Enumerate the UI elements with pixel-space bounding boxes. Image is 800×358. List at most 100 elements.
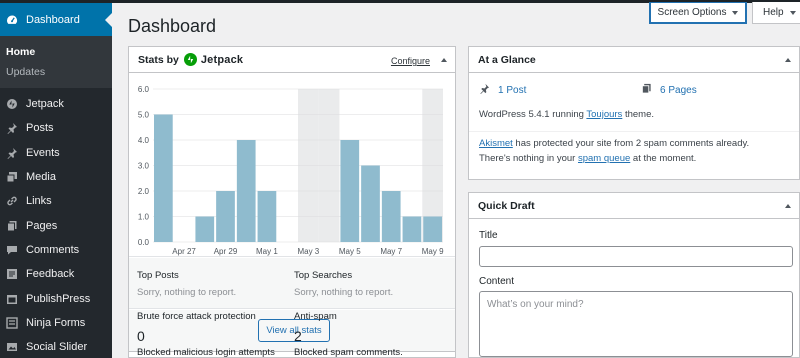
- stats-bar-chart: 0.0 1.0 2.0 3.0 4.0 5.0 6.0 Apr 27 Apr 29 May 1 Ma…: [138, 85, 444, 256]
- jetpack-icon: [6, 98, 18, 110]
- content-label: Content: [479, 276, 515, 287]
- media-icon: [6, 171, 18, 183]
- screen-options-button[interactable]: Screen Options: [649, 2, 747, 24]
- x-tick-label: Apr 27: [172, 247, 196, 256]
- version-prefix: WordPress 5.4.1 running: [479, 109, 587, 120]
- page-title: Dashboard: [128, 16, 217, 36]
- sidebar-item-label: Posts: [26, 122, 54, 135]
- chart-bar: [340, 140, 360, 242]
- y-tick-label: 2.0: [138, 187, 150, 196]
- submenu-item-home[interactable]: Home: [0, 42, 112, 62]
- chart-bar: [216, 191, 235, 242]
- sidebar-item-links[interactable]: Links: [0, 189, 112, 213]
- sidebar-item-publishpress[interactable]: PublishPress: [0, 286, 112, 310]
- top-posts-searches: Top Posts Sorry, nothing to report. Top …: [129, 258, 455, 309]
- chart-bar: [423, 216, 442, 242]
- collapse-toggle-icon[interactable]: [785, 58, 791, 62]
- sidebar-item-label: Ninja Forms: [26, 316, 86, 329]
- title-label: Title: [479, 230, 498, 241]
- top-posts-empty: Sorry, nothing to report.: [137, 287, 237, 298]
- chart-bar: [236, 140, 256, 242]
- stats-widget-header[interactable]: Stats by Jetpack Configure: [129, 47, 455, 73]
- chart-bar: [154, 114, 173, 242]
- sidebar-item-pages[interactable]: Pages: [0, 213, 112, 237]
- version-suffix: theme.: [622, 109, 654, 120]
- spam-queue-text: There's nothing in your spam queue at th…: [479, 153, 696, 164]
- title-field[interactable]: [479, 246, 793, 267]
- sidebar-item-jetpack[interactable]: Jetpack: [0, 92, 112, 116]
- spam-queue-link[interactable]: spam queue: [578, 153, 630, 164]
- y-tick-label: 3.0: [138, 162, 150, 171]
- brute-force-text: Blocked malicious login attempts: [137, 347, 275, 358]
- sidebar-item-dashboard[interactable]: Dashboard: [0, 3, 112, 36]
- y-tick-label: 0.0: [138, 238, 150, 247]
- pages-count: 6 Pages: [660, 84, 697, 96]
- feedback-icon: [6, 268, 18, 280]
- y-tick-label: 5.0: [138, 111, 150, 120]
- sidebar-item-label: Links: [26, 195, 52, 208]
- sidebar-item-social-slider[interactable]: Social Slider: [0, 335, 112, 358]
- stats-title: Stats by: [138, 53, 179, 66]
- akismet-message: has protected your site from 2 spam comm…: [512, 138, 750, 149]
- x-tick-label: May 3: [297, 247, 319, 256]
- antispam-count: 2: [294, 328, 302, 344]
- posts-count-link[interactable]: 1 Post: [479, 83, 526, 97]
- sidebar-item-label: Events: [26, 146, 60, 159]
- sidebar-item-label: Feedback: [26, 268, 75, 281]
- sidebar-item-label: Pages: [26, 219, 58, 232]
- top-searches-heading: Top Searches: [294, 270, 353, 281]
- antispam-text: Blocked spam comments.: [294, 347, 403, 358]
- slider-icon: [6, 341, 18, 353]
- pushpin-icon: [479, 83, 490, 97]
- at-a-glance-title: At a Glance: [478, 53, 536, 66]
- chevron-down-icon: [732, 10, 739, 15]
- akismet-text: Akismet has protected your site from 2 s…: [479, 138, 749, 149]
- sidebar-item-media[interactable]: Media: [0, 165, 112, 189]
- divider: [469, 131, 799, 132]
- sidebar-item-label: Social Slider: [26, 341, 88, 354]
- sidebar-item-ninja-forms[interactable]: Ninja Forms: [0, 311, 112, 335]
- help-button[interactable]: Help: [752, 2, 800, 24]
- quick-draft-widget: Quick Draft Title Content What’s on your…: [468, 192, 800, 358]
- content-textarea[interactable]: What’s on your mind?: [479, 291, 793, 357]
- sidebar-item-posts[interactable]: Posts: [0, 116, 112, 140]
- pages-icon: [641, 83, 652, 97]
- pages-count-link[interactable]: 6 Pages: [641, 83, 697, 97]
- configure-link[interactable]: Configure: [391, 56, 430, 66]
- collapse-toggle-icon[interactable]: [785, 204, 791, 208]
- screen-options-label: Screen Options: [657, 7, 727, 18]
- sidebar-item-events[interactable]: Events: [0, 141, 112, 165]
- wordpress-version-text: WordPress 5.4.1 running Toujours theme.: [479, 109, 654, 120]
- x-tick-label: May 5: [339, 247, 361, 256]
- collapse-toggle-icon[interactable]: [441, 58, 447, 62]
- jetpack-logo-icon: [183, 53, 197, 66]
- link-icon: [6, 195, 18, 207]
- sidebar-item-comments[interactable]: Comments: [0, 238, 112, 262]
- x-tick-label: May 7: [380, 247, 402, 256]
- y-tick-label: 6.0: [138, 85, 150, 94]
- submenu-item-updates[interactable]: Updates: [0, 62, 112, 82]
- chart-bar: [402, 216, 422, 242]
- akismet-link[interactable]: Akismet: [479, 138, 513, 149]
- quick-draft-header[interactable]: Quick Draft: [469, 193, 799, 219]
- pushpin-icon: [6, 122, 18, 135]
- chart-bar: [361, 165, 380, 242]
- theme-link[interactable]: Toujours: [586, 109, 622, 120]
- x-tick-label: May 9: [422, 247, 444, 256]
- brute-force-heading: Brute force attack protection: [137, 311, 256, 322]
- sidebar-item-label: Media: [26, 171, 56, 184]
- stats-widget: Stats by Jetpack Configure 0.0 1.0 2.0 3.0 4…: [128, 46, 456, 358]
- chart-bar: [195, 216, 215, 242]
- queue-suffix: at the moment.: [630, 153, 697, 164]
- y-tick-label: 4.0: [138, 136, 150, 145]
- antispam-heading: Anti-spam: [294, 311, 337, 322]
- at-a-glance-header[interactable]: At a Glance: [469, 47, 799, 73]
- sidebar-item-label: Dashboard: [26, 13, 80, 26]
- forms-icon: [6, 317, 18, 329]
- sidebar-item-label: Jetpack: [26, 98, 64, 111]
- sidebar-item-label: PublishPress: [26, 292, 91, 305]
- dashboard-submenu: Home Updates: [0, 36, 112, 88]
- sidebar-item-feedback[interactable]: Feedback: [0, 262, 112, 286]
- top-posts-heading: Top Posts: [137, 270, 179, 281]
- admin-sidebar: Dashboard Home Updates Jetpack Posts Eve…: [0, 3, 112, 358]
